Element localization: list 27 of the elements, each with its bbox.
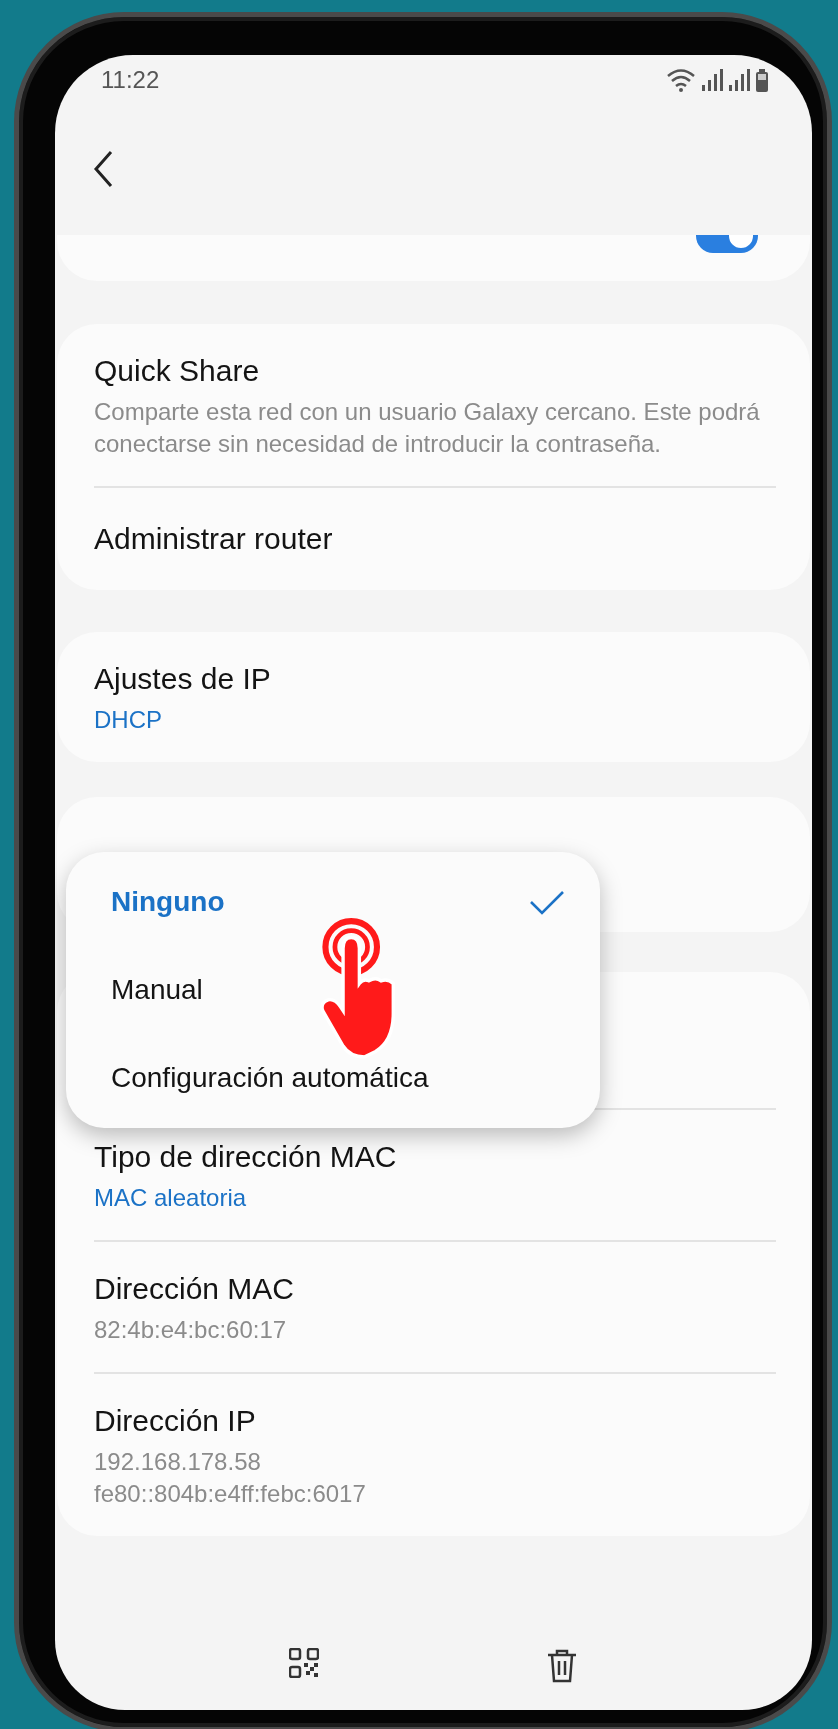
menu-option[interactable]: Ninguno (66, 858, 600, 946)
settings-item[interactable]: Quick Share Comparte esta red con un usuario Galaxy cercano. Este podrá conectarse sin necesidad de introducir la contraseña. (57, 324, 810, 486)
settings-item[interactable]: Dirección MAC 82:4b:e4:bc:60:17 (57, 1242, 810, 1372)
qr-code-icon[interactable] (288, 1648, 319, 1678)
menu-option[interactable]: Configuración automática (66, 1034, 600, 1122)
item-summary: Comparte esta red con un usuario Galaxy cercano. Este podrá conectarse sin necesidad de introducir la contraseña. (94, 397, 761, 459)
item-value: DHCP (94, 705, 163, 735)
back-icon[interactable] (93, 150, 115, 188)
trash-icon[interactable] (546, 1648, 579, 1683)
settings-item[interactable]: Administrar router (57, 488, 810, 590)
item-title: Quick Share (94, 353, 261, 389)
signal-icon (729, 69, 750, 91)
item-summary: 82:4b:e4:bc:60:17 (94, 1315, 288, 1345)
signal-icon (702, 69, 723, 91)
item-value: MAC aleatoria (94, 1183, 248, 1213)
item-title: Dirección IP (94, 1403, 257, 1439)
item-title: Tipo de dirección MAC (94, 1139, 398, 1175)
status-time: 11:22 (101, 66, 160, 94)
item-title: Administrar router (94, 521, 334, 557)
wifi-icon (666, 67, 696, 93)
menu-option[interactable]: Manual (66, 946, 600, 1034)
item-summary: 192.168.178.58 fe80::804b:e4ff:febc:6017 (94, 1447, 367, 1509)
item-title: Ajustes de IP (94, 661, 272, 697)
settings-item[interactable]: Dirección IP 192.168.178.58 fe80::804b:e4ff:febc:6017 (57, 1374, 810, 1536)
battery-icon (756, 68, 768, 92)
settings-item[interactable]: Ajustes de IP DHCP (57, 632, 810, 762)
item-title: Dirección MAC (94, 1271, 296, 1307)
